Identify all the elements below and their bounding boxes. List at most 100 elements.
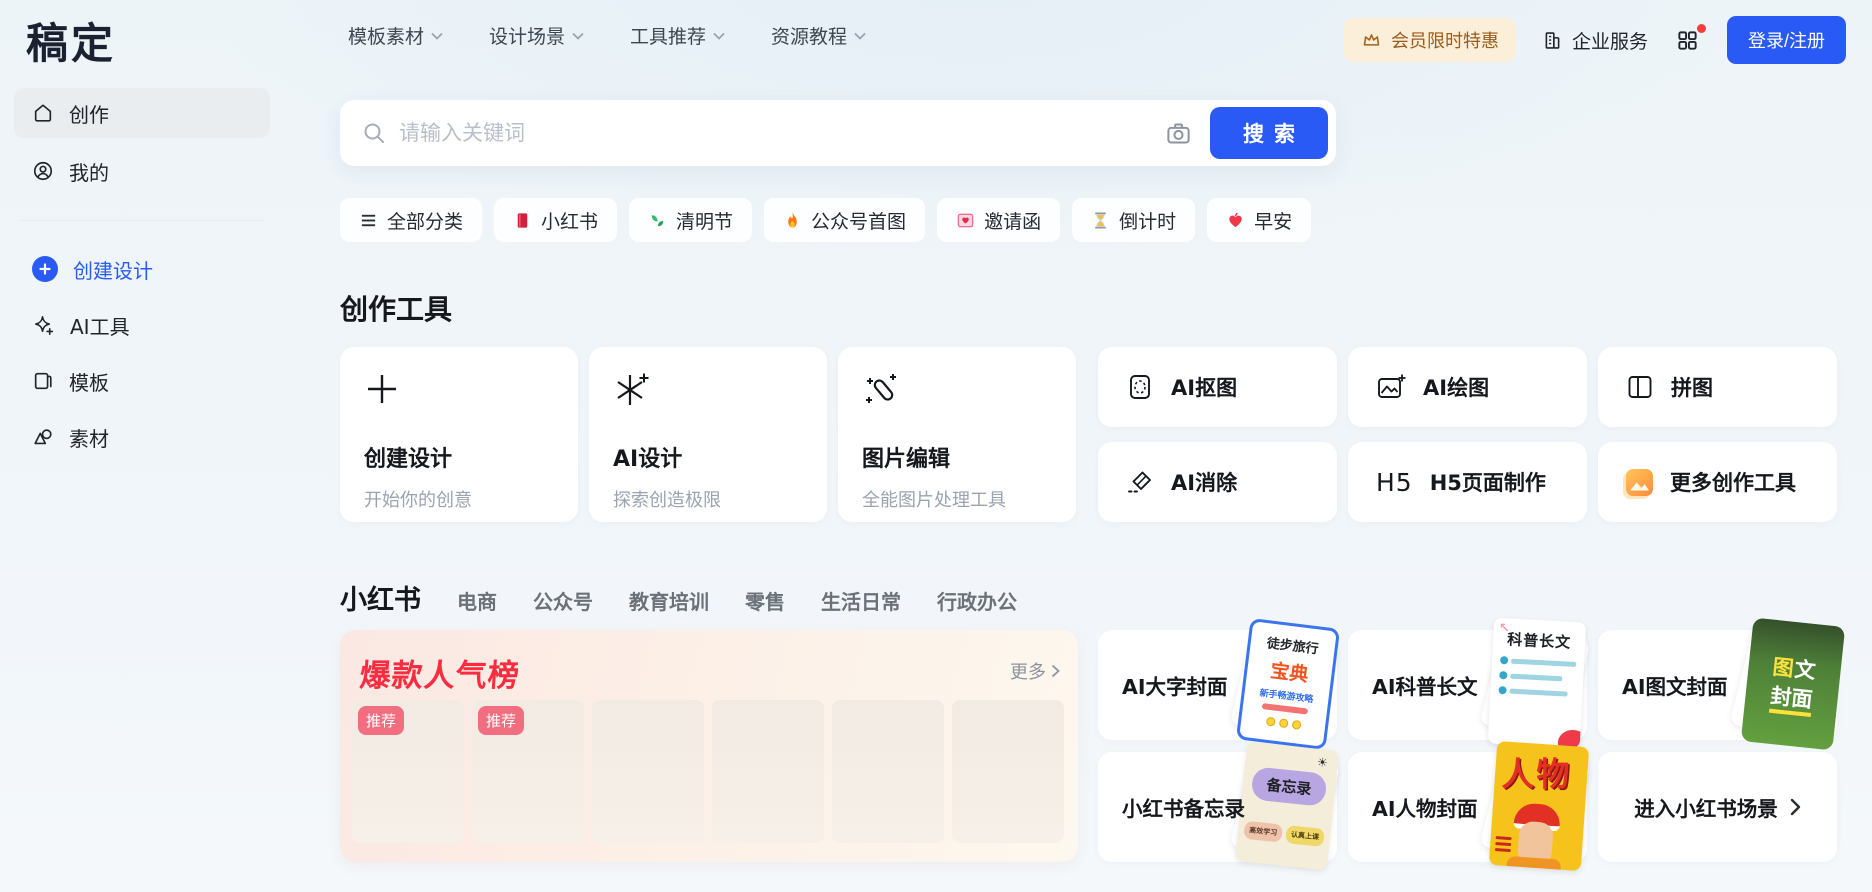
thumb-body [1506,856,1561,871]
card-collage[interactable]: 拼图 [1598,347,1837,427]
chip-morning[interactable]: 早安 [1207,198,1311,242]
sidebar-item-templates[interactable]: 模板 [14,357,270,405]
section-title-tools: 创作工具 [340,288,452,328]
card-ai-phototext-cover[interactable]: AI图文封面 图文 封面 [1598,630,1837,740]
thumb-pill: 认真上课 [1285,825,1325,847]
card-ai-cutout[interactable]: AI抠图 [1098,347,1337,427]
heart-icon [1226,211,1245,230]
sidebar-label: 创作 [69,99,109,128]
sidebar-item-create[interactable]: 创作 [14,88,270,138]
tab-xiaohongshu-active[interactable]: 小红书 [340,578,421,617]
chip-official-cover[interactable]: 公众号首图 [764,198,925,242]
card-ai-bigtext-cover[interactable]: AI大字封面 徒步旅行 宝典 新手畅游攻略 [1098,630,1337,740]
login-register-button[interactable]: 登录/注册 [1727,16,1846,64]
card-label: AI大字封面 [1122,670,1228,700]
recommend-badge: 推荐 [478,706,524,735]
card-ai-design[interactable]: AI设计 探索创造极限 [589,347,827,522]
chip-label: 全部分类 [387,207,463,234]
sidebar-item-ai-tools[interactable]: AI工具 [14,301,270,349]
user-icon [32,160,54,182]
crown-icon [1361,30,1382,51]
thumb-title: 科普长文 [1501,628,1578,653]
thumb-char: 文 [1793,658,1817,684]
leaf-icon [648,211,667,230]
chevron-down-icon [854,32,866,40]
hot-thumbnail[interactable]: 推荐 [352,700,464,843]
memo-thumbnail: ☀ 备忘录 高效学习 认真上课 [1235,742,1339,871]
hot-thumbnail[interactable] [832,700,944,843]
tab-ecommerce[interactable]: 电商 [457,586,497,615]
ai-sparkle-icon [32,314,55,337]
vip-promo-label: 会员限时特惠 [1391,27,1499,53]
sidebar-item-assets[interactable]: 素材 [14,413,270,461]
category-chips: 全部分类 小红书 清明节 公众号首图 [340,198,1311,242]
card-ai-drawing[interactable]: AI绘图 [1348,347,1587,427]
card-ai-eraser[interactable]: AI消除 [1098,442,1337,522]
thumb-pill: 高效学习 [1243,821,1283,843]
card-label: AI图文封面 [1622,670,1728,700]
vip-promo-badge[interactable]: 会员限时特惠 [1344,18,1516,62]
nav-tools[interactable]: 工具推荐 [630,22,725,49]
chip-label: 小红书 [541,207,598,234]
card-more-tools[interactable]: 更多创作工具 [1598,442,1837,522]
plus-icon [364,371,554,409]
eraser-icon [1126,468,1154,496]
gaoding-home-page: 稿定 模板素材 设计场景 工具推荐 资源教程 会员限时特惠 [0,0,1872,892]
sidebar-item-create-design[interactable]: 创建设计 [14,245,270,293]
chip-countdown[interactable]: 倒计时 [1072,198,1195,242]
chevron-down-icon [431,32,443,40]
search-button[interactable]: 搜索 [1210,107,1328,159]
card-create-design[interactable]: 创建设计 开始你的创意 [340,347,578,522]
chip-xiaohongshu[interactable]: 小红书 [494,198,617,242]
thumb-arrow-decor: ↖ [1498,621,1510,637]
brand-logo[interactable]: 稿定 [26,10,116,71]
chip-label: 倒计时 [1119,207,1176,234]
card-xhs-memo[interactable]: 小红书备忘录 ☀ 备忘录 高效学习 认真上课 [1098,752,1337,862]
more-tools-icon [1626,469,1653,496]
search-input[interactable] [399,121,1159,145]
hourglass-icon [1091,211,1110,230]
hot-board-more-link[interactable]: 更多 [1010,658,1060,684]
apps-grid-button[interactable] [1674,27,1701,54]
hot-thumbnail[interactable] [952,700,1064,843]
chip-invitation[interactable]: 邀请函 [937,198,1060,242]
hot-ranking-board: 爆款人气榜 更多 推荐 推荐 [340,630,1078,862]
card-h5-builder[interactable]: H5 H5页面制作 [1348,442,1587,522]
enterprise-service-link[interactable]: 企业服务 [1542,27,1648,54]
card-photo-editor[interactable]: 图片编辑 全能图片处理工具 [838,347,1076,522]
recommend-badge: 推荐 [358,706,404,735]
collage-icon [1626,373,1654,401]
hot-thumbnails: 推荐 推荐 [352,700,1064,843]
chip-label: 清明节 [676,207,733,234]
camera-icon[interactable] [1165,120,1192,147]
xhs-template-cards: AI大字封面 徒步旅行 宝典 新手畅游攻略 AI科普长文 ↖ 科普长文 [1098,630,1837,862]
card-label: H5页面制作 [1430,467,1546,497]
nav-templates[interactable]: 模板素材 [348,22,443,49]
card-label: AI消除 [1171,467,1237,497]
hot-thumbnail[interactable] [592,700,704,843]
sidebar-label: 素材 [69,423,109,452]
tab-admin-office[interactable]: 行政办公 [937,586,1017,615]
tab-retail[interactable]: 零售 [745,586,785,615]
card-ai-portrait-cover[interactable]: AI人物封面 人物 [1348,752,1587,862]
tab-education[interactable]: 教育培训 [629,586,709,615]
tab-official-account[interactable]: 公众号 [533,586,593,615]
search-bar: 搜索 [340,100,1336,166]
chip-all-categories[interactable]: 全部分类 [340,198,482,242]
chevron-right-icon [1051,664,1060,678]
hot-thumbnail[interactable]: 推荐 [472,700,584,843]
chip-qingming[interactable]: 清明节 [629,198,752,242]
hot-thumbnail[interactable] [712,700,824,843]
card-ai-science-longform[interactable]: AI科普长文 ↖ 科普长文 [1348,630,1587,740]
card-label: 小红书备忘录 [1122,792,1245,822]
secondary-tool-cards: AI抠图 AI绘图 拼图 AI消除 H5 [1098,347,1837,522]
card-enter-xhs-scene[interactable]: 进入小红书场景 [1598,752,1837,862]
red-book-icon [513,211,532,230]
primary-tool-cards: 创建设计 开始你的创意 AI设计 探索创造极限 [340,347,1076,522]
nav-design-scenes[interactable]: 设计场景 [489,22,584,49]
plus-circle-icon [32,256,58,282]
sidebar-item-mine[interactable]: 我的 [14,146,270,196]
tab-daily-life[interactable]: 生活日常 [821,586,901,615]
nav-resources[interactable]: 资源教程 [771,22,866,49]
card-label: AI人物封面 [1372,792,1478,822]
